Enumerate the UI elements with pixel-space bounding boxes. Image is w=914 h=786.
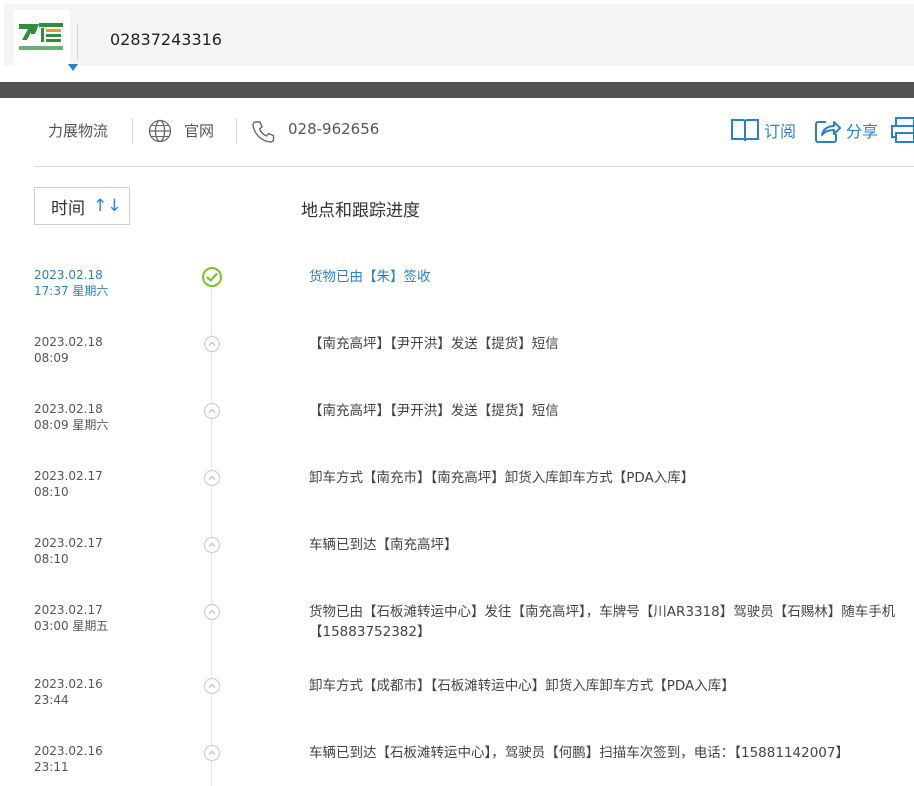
divider bbox=[236, 118, 237, 144]
event-time: 08:10 bbox=[34, 485, 69, 499]
event-date: 2023.02.16 bbox=[34, 677, 103, 691]
event-description: 【南充高坪】【尹开洪】发送【提货】短信 bbox=[309, 336, 559, 352]
event-datetime: 2023.02.18 08:09 星期六 bbox=[34, 401, 108, 433]
event-datetime: 2023.02.16 23:11 bbox=[34, 743, 103, 775]
subscribe-button[interactable]: 订阅 bbox=[730, 116, 796, 144]
check-circle-icon bbox=[202, 267, 222, 287]
official-site-link[interactable]: 官网 bbox=[184, 120, 214, 141]
chevron-up-circle-icon bbox=[203, 744, 221, 762]
sort-by-time-button[interactable]: 时间 ↑↓ bbox=[34, 187, 130, 225]
event-time: 23:11 bbox=[34, 760, 69, 774]
event-description: 车辆已到达【石板滩转运中心】，驾驶员【何鹏】扫描车次签到，电话：【1588114… bbox=[309, 745, 849, 761]
event-datetime: 2023.02.17 08:10 bbox=[34, 535, 103, 567]
event-date: 2023.02.18 bbox=[34, 335, 103, 349]
event-datetime: 2023.02.17 03:00 星期五 bbox=[34, 602, 108, 634]
chevron-down-icon[interactable] bbox=[68, 64, 78, 71]
subscribe-label: 订阅 bbox=[764, 122, 797, 141]
divider bbox=[77, 24, 78, 60]
search-bar: 02837243316 bbox=[4, 4, 914, 71]
print-button[interactable] bbox=[890, 116, 914, 144]
event-date: 2023.02.18 bbox=[34, 268, 103, 282]
chevron-up-circle-icon bbox=[203, 536, 221, 554]
carrier-logo bbox=[19, 23, 63, 50]
share-label: 分享 bbox=[846, 122, 879, 141]
progress-column-header: 地点和跟踪进度 bbox=[301, 201, 420, 221]
event-date: 2023.02.17 bbox=[34, 536, 103, 550]
chevron-up-circle-icon bbox=[203, 677, 221, 695]
event-datetime: 2023.02.17 08:10 bbox=[34, 468, 103, 500]
event-description: 货物已由【朱】签收 bbox=[309, 269, 431, 285]
chevron-up-circle-icon bbox=[203, 603, 221, 621]
sort-arrows-icon: ↑↓ bbox=[93, 196, 122, 216]
event-description: 卸车方式【南充市】【南充高坪】卸货入库卸车方式【PDA入库】 bbox=[309, 470, 695, 486]
top-bar: 02837243316 bbox=[0, 0, 914, 82]
globe-icon bbox=[148, 119, 172, 143]
divider bbox=[132, 118, 133, 144]
event-time: 08:09 bbox=[34, 351, 69, 365]
event-date: 2023.02.17 bbox=[34, 469, 103, 483]
event-time: 03:00 星期五 bbox=[34, 619, 109, 633]
event-date: 2023.02.18 bbox=[34, 402, 103, 416]
tracking-number-input[interactable]: 02837243316 bbox=[110, 30, 222, 49]
event-description: 【南充高坪】【尹开洪】发送【提货】短信 bbox=[309, 403, 559, 419]
carrier-info-bar: 力展物流 官网 028-962656 订阅 分享 bbox=[34, 98, 914, 167]
event-time: 23:44 bbox=[34, 693, 69, 707]
carrier-logo-selector[interactable] bbox=[14, 10, 78, 71]
event-description: 货物已由【石板滩转运中心】发往【南充高坪】，车牌号【川AR3318】驾驶员【石赐… bbox=[309, 604, 896, 640]
event-time: 17:37 星期六 bbox=[34, 284, 109, 298]
event-date: 2023.02.16 bbox=[34, 744, 103, 758]
event-time: 08:09 星期六 bbox=[34, 418, 109, 432]
book-icon bbox=[731, 119, 759, 142]
event-description: 卸车方式【成都市】【石板滩转运中心】卸货入库卸车方式【PDA入库】 bbox=[309, 678, 735, 694]
printer-icon bbox=[891, 117, 914, 143]
event-datetime: 2023.02.16 23:44 bbox=[34, 676, 103, 708]
event-description: 车辆已到达【南充高坪】 bbox=[309, 537, 458, 553]
carrier-phone: 028-962656 bbox=[288, 120, 380, 138]
phone-icon bbox=[252, 121, 275, 143]
carrier-name: 力展物流 bbox=[48, 122, 109, 140]
event-datetime: 2023.02.18 17:37 星期六 bbox=[34, 267, 108, 299]
chevron-up-circle-icon bbox=[203, 335, 221, 353]
header-shadow-band bbox=[0, 82, 914, 98]
event-datetime: 2023.02.18 08:09 bbox=[34, 334, 103, 366]
share-icon bbox=[815, 121, 841, 143]
chevron-up-circle-icon bbox=[203, 402, 221, 420]
chevron-up-circle-icon bbox=[203, 469, 221, 487]
share-button[interactable]: 分享 bbox=[814, 116, 878, 144]
tracking-result-card: 力展物流 官网 028-962656 订阅 分享 时间 ↑↓ 地点和跟踪进度 2… bbox=[0, 98, 914, 786]
event-time: 08:10 bbox=[34, 552, 69, 566]
time-column-header: 时间 bbox=[51, 198, 85, 219]
event-date: 2023.02.17 bbox=[34, 603, 103, 617]
